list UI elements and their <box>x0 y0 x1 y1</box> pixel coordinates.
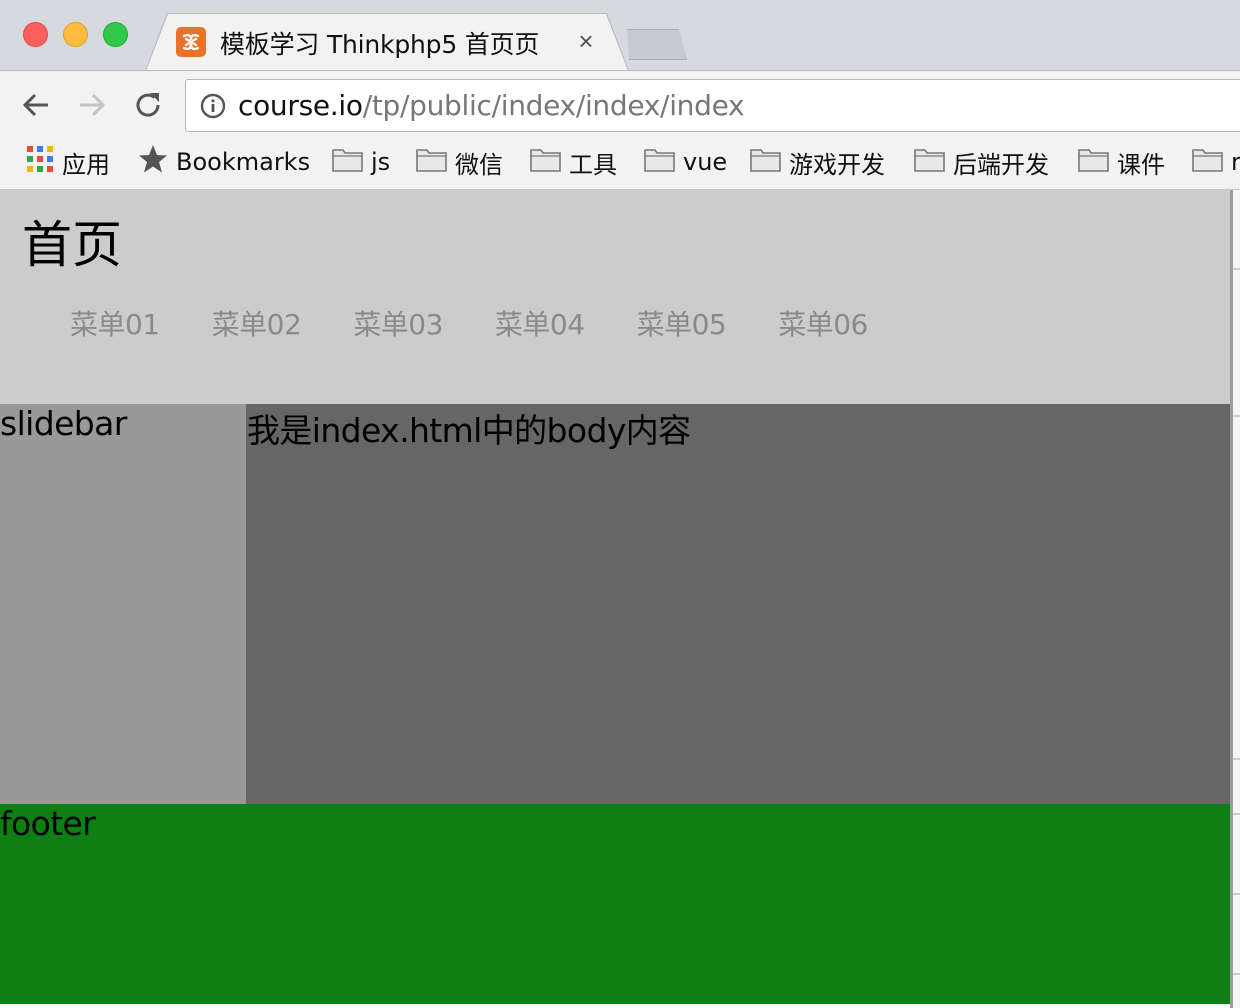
main-content: 我是index.html中的body内容 <box>246 404 1230 804</box>
bookmark-label: 课件 <box>1117 150 1165 179</box>
reload-icon[interactable] <box>131 88 165 122</box>
url-host: course.io <box>238 89 363 122</box>
page-scrollbar[interactable] <box>1230 190 1240 1008</box>
slidebar-text: slidebar <box>0 404 127 443</box>
body-text: 我是index.html中的body内容 <box>247 411 691 450</box>
scrollbar-tick <box>1233 268 1240 270</box>
url-text[interactable]: course.io/tp/public/index/index/index <box>238 89 745 122</box>
scrollbar-tick <box>1233 893 1240 895</box>
bookmark-folder-gamedev[interactable]: 游戏开发 <box>750 146 885 179</box>
bookmark-label: 微信 <box>455 150 503 179</box>
window-maximize-button[interactable] <box>103 22 128 47</box>
folder-icon <box>644 147 675 178</box>
footer-text: footer <box>0 804 96 843</box>
xampp-favicon-icon <box>176 27 206 57</box>
bookmark-apps[interactable]: 应用 <box>26 145 110 179</box>
bookmark-folder-wechat[interactable]: 微信 <box>416 146 503 179</box>
new-tab-button[interactable] <box>627 29 687 60</box>
menu-item-03[interactable]: 菜单03 <box>353 303 443 343</box>
page-footer: footer <box>0 804 1230 1004</box>
menu-item-06[interactable]: 菜单06 <box>778 303 868 343</box>
bookmark-label: 游戏开发 <box>789 150 885 179</box>
bookmark-folder-js[interactable]: js <box>332 146 390 178</box>
scrollbar-tick <box>1233 813 1240 815</box>
bookmark-folder-vue[interactable]: vue <box>644 146 727 178</box>
folder-icon <box>750 147 781 178</box>
bookmark-folder-more[interactable]: r <box>1192 146 1240 178</box>
scrollbar-tick <box>1233 758 1240 760</box>
bookmark-label: Bookmarks <box>176 148 311 176</box>
bookmark-label: vue <box>683 148 728 176</box>
window-minimize-button[interactable] <box>63 22 88 47</box>
menu-item-01[interactable]: 菜单01 <box>70 303 160 343</box>
bookmark-label: 工具 <box>569 150 617 179</box>
apps-grid-icon <box>26 145 54 179</box>
bookmark-folder-backend[interactable]: 后端开发 <box>914 146 1049 179</box>
site-info-icon[interactable] <box>200 93 226 119</box>
page-header: 首页 菜单01 菜单02 菜单03 菜单04 菜单05 菜单06 <box>0 190 1230 404</box>
folder-icon <box>1192 147 1223 178</box>
folder-icon <box>416 147 447 178</box>
bookmark-label: js <box>371 148 391 176</box>
scrollbar-tick <box>1233 973 1240 975</box>
window-close-button[interactable] <box>23 22 48 47</box>
tab-title: 模板学习 Thinkphp5 首页页 <box>220 30 540 59</box>
nav-menu: 菜单01 菜单02 菜单03 菜单04 菜单05 菜单06 <box>70 303 920 343</box>
slidebar: slidebar <box>0 404 246 804</box>
menu-item-05[interactable]: 菜单05 <box>637 303 727 343</box>
star-icon <box>138 144 168 180</box>
folder-icon <box>1078 147 1109 178</box>
bookmark-label: 应用 <box>62 150 110 179</box>
menu-item-04[interactable]: 菜单04 <box>495 303 585 343</box>
page-viewport: 首页 菜单01 菜单02 菜单03 菜单04 菜单05 菜单06 slideba… <box>0 190 1230 1008</box>
folder-icon <box>530 147 561 178</box>
forward-arrow-icon[interactable] <box>75 88 109 122</box>
back-arrow-icon[interactable] <box>19 88 53 122</box>
tab-close-icon[interactable]: × <box>574 26 598 56</box>
bookmark-folder-tools[interactable]: 工具 <box>530 146 617 179</box>
url-path: /tp/public/index/index/index <box>362 89 745 122</box>
folder-icon <box>914 147 945 178</box>
folder-icon <box>332 147 363 178</box>
menu-item-02[interactable]: 菜单02 <box>212 303 302 343</box>
bookmark-folder-courseware[interactable]: 课件 <box>1078 146 1165 179</box>
bookmark-label: 后端开发 <box>953 150 1049 179</box>
scrollbar-tick <box>1233 415 1240 417</box>
bookmark-label: r <box>1231 148 1240 176</box>
page-title: 首页 <box>22 216 122 274</box>
bookmark-bookmarks[interactable]: Bookmarks <box>138 144 311 180</box>
